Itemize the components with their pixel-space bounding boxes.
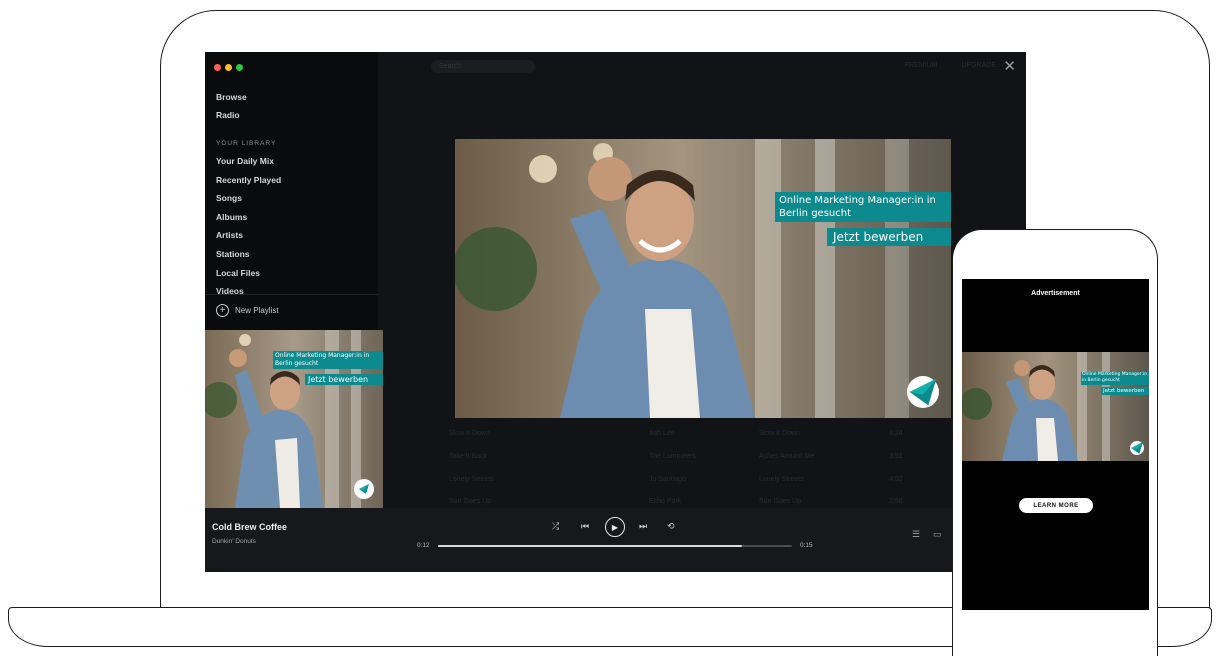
sidebar-item-stations[interactable]: Stations: [216, 248, 281, 267]
ad-headline: Online Marketing Manager:in in Berlin ge…: [1081, 372, 1149, 385]
play-icon: ▶: [611, 522, 619, 532]
ad-cta-button[interactable]: Jetzt bewerben: [305, 374, 383, 385]
nav-radio[interactable]: Radio: [216, 110, 240, 120]
topbar-account: PREMIUM UPGRADE: [904, 62, 996, 69]
track-artist: The Lumineers: [649, 453, 696, 460]
brand-logo-icon: [1130, 441, 1144, 455]
progress-bar[interactable]: [438, 545, 792, 547]
sidebar-item-daily-mix[interactable]: Your Daily Mix: [216, 155, 281, 174]
track-duration: 3:24: [889, 430, 903, 437]
sidebar-item-local-files[interactable]: Local Files: [216, 267, 281, 286]
new-playlist-label: New Playlist: [235, 306, 279, 315]
track-artist: Ash Lee: [649, 430, 675, 437]
track-album: Slow It Down: [759, 430, 800, 437]
ad-photo: [455, 139, 951, 418]
track-album: Lonely Streets: [759, 476, 804, 483]
track-duration: 4:02: [889, 476, 903, 483]
ad-photo: [962, 352, 1149, 461]
sidebar-item-albums[interactable]: Albums: [216, 211, 281, 230]
track-album: Ashes Around Me: [759, 453, 815, 460]
video-ad-large[interactable]: Online Marketing Manager:in in Berlin ge…: [455, 139, 951, 418]
premium-label[interactable]: PREMIUM: [904, 62, 937, 69]
queue-icon[interactable]: ☰: [912, 529, 920, 540]
phone-screen: Advertisement Online Marketing Manager:i…: [962, 279, 1149, 610]
new-playlist-button[interactable]: + New Playlist: [216, 304, 279, 317]
window-controls: [214, 64, 243, 71]
time-total: 0:15: [800, 542, 813, 549]
learn-more-button[interactable]: LEARN MORE: [1019, 498, 1093, 513]
brand-logo-icon: [354, 479, 374, 499]
track-title: Lonely Streets: [449, 476, 494, 483]
play-button[interactable]: ▶: [605, 517, 625, 537]
track-duration: 3:51: [889, 453, 903, 460]
player-bar: Cold Brew Coffee Dunkin' Donuts ⤮ ⏮ ▶ ⏭ …: [205, 508, 1026, 572]
table-row[interactable]: Lonely Streets Jo Santiago Lonely Street…: [449, 476, 929, 488]
time-elapsed: 0:12: [417, 542, 430, 549]
ad-cta-button[interactable]: Jetzt bewerben: [1101, 387, 1149, 395]
laptop-screen: Browse Radio YOUR LIBRARY Your Daily Mix…: [205, 52, 1026, 572]
track-title: Slow It Down: [449, 430, 490, 437]
sidebar-item-songs[interactable]: Songs: [216, 192, 281, 211]
table-row[interactable]: Slow It Down Ash Lee Slow It Down 3:24: [449, 430, 929, 442]
phone-video-ad[interactable]: Online Marketing Manager:in in Berlin ge…: [962, 352, 1149, 461]
search-input[interactable]: Search: [431, 60, 535, 73]
now-playing-title[interactable]: Cold Brew Coffee: [212, 522, 287, 532]
upgrade-label[interactable]: UPGRADE: [961, 62, 996, 69]
close-window-button[interactable]: [214, 64, 221, 71]
shuffle-icon[interactable]: ⤮: [552, 521, 559, 532]
previous-track-icon[interactable]: ⏮: [581, 521, 589, 532]
library-list: Your Daily Mix Recently Played Songs Alb…: [216, 155, 281, 304]
ad-headline: Online Marketing Manager:in in Berlin ge…: [775, 192, 951, 222]
close-ad-icon[interactable]: ✕: [1003, 57, 1016, 75]
nav-browse[interactable]: Browse: [216, 92, 247, 102]
table-row[interactable]: Take It Back The Lumineers Ashes Around …: [449, 453, 929, 465]
sidebar-divider: [205, 294, 378, 295]
sidebar-item-recently-played[interactable]: Recently Played: [216, 174, 281, 193]
advertisement-label: Advertisement: [1031, 290, 1080, 297]
track-title: Take It Back: [449, 453, 488, 460]
now-playing-artist[interactable]: Dunkin' Donuts: [212, 538, 256, 545]
sidebar-item-artists[interactable]: Artists: [216, 229, 281, 248]
plus-circle-icon: +: [216, 304, 229, 317]
devices-icon[interactable]: ▭: [933, 529, 942, 540]
maximize-window-button[interactable]: [236, 64, 243, 71]
ad-headline: Online Marketing Manager:in in Berlin ge…: [273, 351, 383, 369]
track-artist: Jo Santiago: [649, 476, 686, 483]
minimize-window-button[interactable]: [225, 64, 232, 71]
repeat-icon[interactable]: ⟲: [667, 521, 675, 532]
brand-logo-icon: [907, 376, 939, 408]
library-section-label: YOUR LIBRARY: [216, 140, 277, 147]
ad-cta-button[interactable]: Jetzt bewerben: [827, 228, 951, 246]
next-track-icon[interactable]: ⏭: [639, 521, 647, 532]
progress-fill: [438, 545, 743, 547]
